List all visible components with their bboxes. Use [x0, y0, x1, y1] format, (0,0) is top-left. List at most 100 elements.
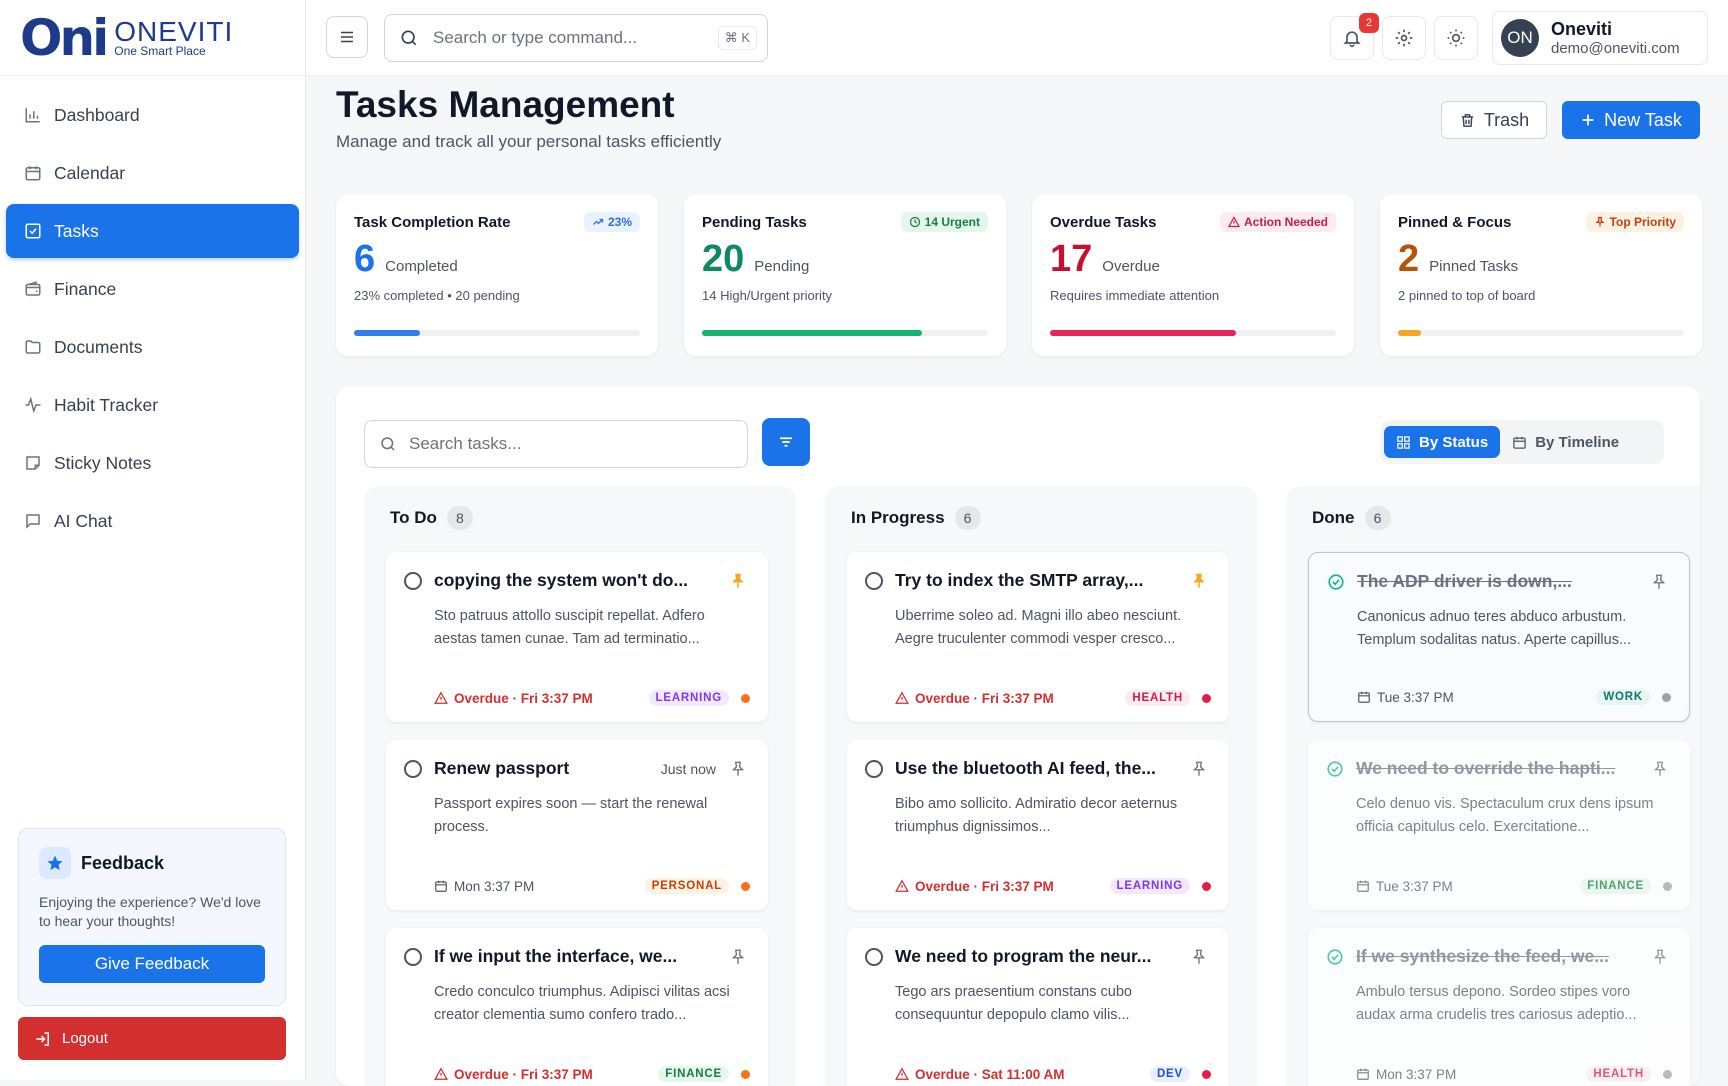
sidebar-item-finance[interactable]: Finance	[6, 262, 299, 316]
task-complete-toggle[interactable]	[865, 947, 883, 966]
check-circle-icon[interactable]	[1326, 948, 1344, 966]
task-updated-time: Just now	[660, 760, 716, 777]
task-due: Tue 3:37 PM	[1356, 879, 1580, 894]
view-label: By Status	[1419, 433, 1489, 451]
task-complete-toggle[interactable]	[404, 571, 422, 590]
user-menu[interactable]: ON Oneviti demo@oneviti.com	[1492, 11, 1708, 65]
task-card[interactable]: We need to override the hapti... Celo de…	[1308, 740, 1690, 910]
filter-button[interactable]	[762, 418, 810, 466]
task-card[interactable]: We need to program the neur... Tego ars …	[847, 928, 1229, 1086]
view-by-status-button[interactable]: By Status	[1384, 426, 1501, 458]
page-title: Tasks Management	[336, 84, 675, 125]
task-category-tag: HEALTH	[1125, 690, 1190, 706]
chat-icon	[24, 512, 54, 530]
pin-icon[interactable]	[1187, 760, 1211, 778]
new-task-label: New Task	[1604, 109, 1682, 130]
menu-toggle-button[interactable]	[326, 16, 368, 58]
stat-description: 14 High/Urgent priority	[702, 288, 833, 303]
sidebar-item-label: Habit Tracker	[54, 394, 159, 415]
task-due-label: Overdue · Fri 3:37 PM	[454, 1066, 593, 1082]
pin-icon[interactable]	[726, 572, 750, 590]
clock-icon	[909, 216, 921, 228]
sidebar-nav: Dashboard Calendar Tasks Finance Documen…	[0, 76, 305, 564]
logout-button[interactable]: Logout	[18, 1017, 286, 1060]
sidebar-item-sticky-notes[interactable]: Sticky Notes	[6, 436, 299, 490]
pin-icon[interactable]	[1647, 573, 1671, 591]
task-description: Canonicus adnuo teres abduco arbustum. T…	[1357, 609, 1632, 648]
view-by-timeline-button[interactable]: By Timeline	[1500, 426, 1631, 458]
sidebar-item-dashboard[interactable]: Dashboard	[6, 88, 299, 142]
stat-unit: Overdue	[1102, 258, 1160, 275]
search-icon	[379, 435, 397, 453]
task-card[interactable]: If we input the interface, we... Credo c…	[386, 928, 768, 1086]
task-title: The ADP driver is down,...	[1357, 571, 1572, 591]
calendar-icon	[1356, 1067, 1370, 1081]
task-card[interactable]: Use the bluetooth AI feed, the... Bibo a…	[847, 740, 1229, 910]
task-card[interactable]: If we synthesize the feed, we... Ambulo …	[1308, 928, 1690, 1086]
task-complete-toggle[interactable]	[404, 759, 422, 778]
user-email: demo@oneviti.com	[1551, 40, 1680, 57]
priority-dot	[1202, 1069, 1211, 1079]
stat-badge-label: Top Priority	[1609, 215, 1676, 229]
task-due-label: Tue 3:37 PM	[1377, 689, 1454, 705]
new-task-button[interactable]: New Task	[1562, 101, 1700, 139]
feedback-title: Feedback	[81, 852, 165, 873]
sidebar-item-calendar[interactable]: Calendar	[6, 146, 299, 200]
task-card[interactable]: Try to index the SMTP array,... Uberrime…	[847, 552, 1229, 722]
task-description: Tego ars praesentium constans cubo conse…	[895, 984, 1132, 1023]
task-card[interactable]: Renew passport Just now Passport expires…	[386, 740, 768, 910]
plus-icon	[1580, 112, 1596, 128]
page-subtitle: Manage and track all your personal tasks…	[336, 132, 722, 151]
task-complete-toggle[interactable]	[865, 571, 883, 590]
settings-button[interactable]	[1382, 16, 1426, 60]
task-search-input[interactable]: Search tasks...	[364, 420, 748, 468]
brand-logo[interactable]: Oni ONEVITI One Smart Place	[0, 0, 305, 76]
notifications-button[interactable]: 2	[1330, 13, 1379, 60]
sidebar-item-habit-tracker[interactable]: Habit Tracker	[6, 378, 299, 432]
column-title: In Progress	[851, 508, 945, 527]
filter-icon	[777, 433, 795, 451]
stat-title: Task Completion Rate	[354, 213, 511, 231]
stat-card-pending-tasks: Pending Tasks 14 Urgent 20 Pending 14 Hi…	[684, 194, 1006, 356]
give-feedback-button[interactable]: Give Feedback	[39, 945, 265, 983]
task-due-label: Tue 3:37 PM	[1376, 878, 1453, 894]
check-circle-icon[interactable]	[1326, 760, 1344, 778]
column-done: Done 6 The ADP driver is down,... Canoni…	[1286, 486, 1700, 1086]
calendar-icon	[1356, 879, 1370, 893]
theme-toggle-button[interactable]	[1434, 16, 1478, 60]
task-category-tag: PERSONAL	[644, 878, 729, 894]
warning-icon	[895, 691, 909, 705]
sidebar-item-tasks[interactable]: Tasks	[6, 204, 299, 258]
sidebar-item-documents[interactable]: Documents	[6, 320, 299, 374]
stat-progress-bar	[702, 330, 988, 336]
stat-description: 23% completed • 20 pending	[354, 288, 520, 303]
task-due: Overdue · Fri 3:37 PM	[895, 879, 1110, 894]
column-count: 6	[954, 506, 981, 530]
command-search-input[interactable]: Search or type command... ⌘ K	[384, 14, 768, 62]
column-title: To Do	[390, 508, 437, 527]
sidebar-item-ai-chat[interactable]: AI Chat	[6, 494, 299, 548]
task-due: Mon 3:37 PM	[1356, 1067, 1586, 1082]
pin-icon[interactable]	[1648, 760, 1672, 778]
trash-button[interactable]: Trash	[1441, 101, 1547, 139]
warning-icon	[1227, 216, 1240, 228]
task-card[interactable]: The ADP driver is down,... Canonicus adn…	[1308, 552, 1690, 722]
task-title: We need to program the neur...	[895, 946, 1152, 966]
task-card[interactable]: copying the system won't do... Sto patru…	[386, 552, 768, 722]
column-count: 8	[446, 506, 473, 530]
pin-icon[interactable]	[726, 760, 750, 778]
pin-icon[interactable]	[1648, 948, 1672, 966]
check-circle-icon[interactable]	[1327, 573, 1345, 591]
pin-icon[interactable]	[1187, 948, 1211, 966]
task-title: Try to index the SMTP array,...	[895, 570, 1144, 590]
task-description: Bibo amo sollicito. Admiratio decor aete…	[895, 796, 1178, 835]
task-complete-toggle[interactable]	[404, 947, 422, 966]
pin-icon[interactable]	[1187, 572, 1211, 590]
stat-title: Pending Tasks	[702, 213, 807, 231]
priority-dot	[1663, 881, 1672, 891]
priority-dot	[741, 1069, 750, 1079]
pin-icon[interactable]	[726, 948, 750, 966]
task-description: Uberrime soleo ad. Magni illo abeo nesci…	[895, 608, 1182, 647]
stat-progress-bar	[1050, 330, 1336, 336]
task-complete-toggle[interactable]	[865, 759, 883, 778]
